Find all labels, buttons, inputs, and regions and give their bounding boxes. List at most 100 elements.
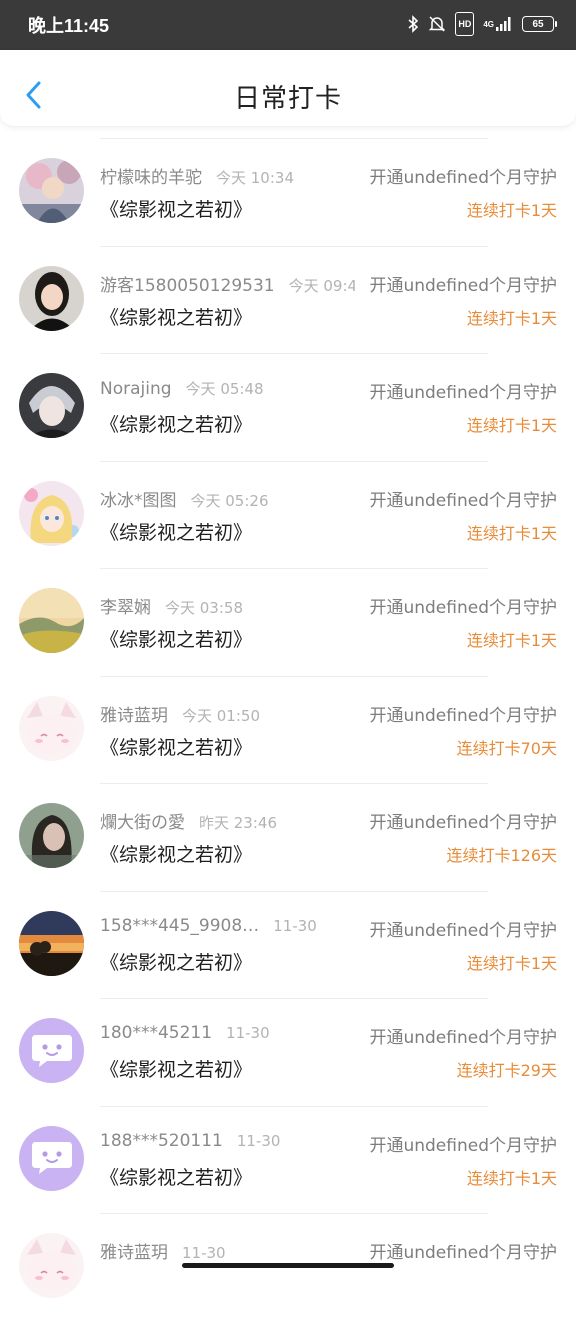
row-divider (100, 890, 488, 892)
list-item[interactable]: 雅诗蓝玥 今天 01:50 开通undefined个月守护 《综影视之若初》 连续打卡7… (0, 675, 576, 784)
streak-count: 连续打卡1天 (466, 1168, 557, 1188)
streak-count: 连续打卡1天 (466, 631, 557, 650)
nickname[interactable]: 冰冰*图图 (100, 491, 177, 510)
list-item[interactable]: 188***520111 11-30 开通undefined个月守护《综影视之若初》… (0, 1105, 576, 1214)
checkin-time: 昨天 23:46 (199, 814, 277, 832)
nickname[interactable]: 爛大街の愛 (100, 813, 185, 832)
list-item[interactable]: 158***445_9908… 11-30 开通undefined个月守护《综影视之… (0, 890, 576, 999)
streak-count: 连续打卡1天 (466, 416, 557, 435)
name-line: 游客1580050129531 今天 09:46 (100, 271, 355, 295)
streak-count: 连续打卡70天 (456, 738, 557, 758)
guard-status: 开通undefined个月守护 (369, 1028, 557, 1048)
row-divider (100, 353, 488, 354)
nickname[interactable]: Norajing (100, 379, 172, 399)
row-divider (100, 1213, 488, 1214)
list-item[interactable]: 游客1580050129531 今天 09:46 开通undefined个月守护《综… (0, 245, 576, 354)
header: 日常打卡 (0, 50, 576, 126)
checkin-time: 今天 10:34 (216, 169, 294, 187)
guard-status: 开通undefined个月守护 (369, 275, 557, 296)
row-divider (100, 783, 488, 784)
avatar[interactable] (19, 1018, 84, 1083)
list-item[interactable]: 冰冰*图图 今天 05:26 开通undefined个月守护《综影视之若初》 连续打卡… (0, 460, 576, 569)
book-title[interactable]: 《综影视之若初》 (100, 840, 252, 867)
book-title[interactable]: 《综影视之若初》 (100, 625, 252, 652)
hd-badge: HD (455, 12, 475, 36)
book-title[interactable]: 《综影视之若初》 (100, 410, 252, 437)
row-divider (100, 568, 488, 569)
book-title[interactable]: 《综影视之若初》 (100, 733, 252, 760)
streak-count: 连续打卡1天 (466, 201, 557, 220)
checkin-time: 11-30 (182, 1244, 226, 1262)
list-item[interactable]: 李翠娴 今天 03:58 开通undefined个月守护《综影视之若初》 连续打卡1天 (0, 568, 576, 676)
streak-count: 连续打卡29天 (456, 1061, 557, 1080)
nickname[interactable]: 180***45211 (100, 1023, 212, 1043)
streak-count: 连续打卡126天 (446, 846, 557, 865)
nickname[interactable]: 游客1580050129531 (100, 276, 275, 295)
checkin-time: 11-30 (273, 916, 317, 935)
list-item[interactable]: 柠檬味的羊驼 今天 10:34 开通undefined个月守护 《综影视之若初》 连续打… (0, 138, 576, 246)
nickname[interactable]: 雅诗蓝玥 (100, 1243, 168, 1262)
name-line: 爛大街の愛 昨天 23:46 (100, 808, 355, 832)
guard-status: 开通undefined个月守护 (369, 1243, 557, 1263)
name-line: 188***520111 11-30 (100, 1131, 355, 1155)
avatar[interactable] (19, 373, 84, 438)
avatar[interactable] (19, 480, 84, 546)
name-line: Norajing 今天 05:48 (100, 378, 355, 402)
avatar[interactable] (19, 803, 84, 868)
network-type: 4G (483, 19, 494, 29)
name-line: 柠檬味的羊驼 今天 10:34 (100, 163, 355, 187)
name-line: 李翠娴 今天 03:58 (100, 593, 355, 617)
row-divider (100, 998, 488, 999)
book-title[interactable]: 《综影视之若初》 (100, 518, 252, 545)
guard-status: 开通undefined个月守护 (369, 920, 557, 941)
streak-count: 连续打卡1天 (466, 523, 557, 543)
avatar[interactable] (19, 265, 84, 331)
nickname[interactable]: 188***520111 (100, 1131, 223, 1151)
guard-status: 开通undefined个月守护 (369, 1135, 557, 1156)
guard-status: 开通undefined个月守护 (369, 490, 557, 511)
checkin-list: 柠檬味的羊驼 今天 10:34 开通undefined个月守护 《综影视之若初》 连续打… (0, 138, 576, 1321)
book-title[interactable]: 《综影视之若初》 (100, 303, 252, 330)
checkin-time: 今天 03:58 (165, 599, 243, 617)
book-title[interactable]: 《综影视之若初》 (100, 1163, 252, 1190)
guard-status: 开通undefined个月守护 (369, 598, 557, 618)
row-divider (100, 460, 488, 462)
guard-status: 开通undefined个月守护 (369, 705, 557, 726)
list-item[interactable]: 爛大街の愛 昨天 23:46 开通undefined个月守护《综影视之若初》 连续打卡… (0, 783, 576, 891)
row-divider (100, 675, 488, 677)
list-item[interactable]: 180***45211 11-30 开通undefined个月守护《综影视之若初》 连… (0, 998, 576, 1106)
row-divider (100, 245, 488, 247)
guard-status: 开通undefined个月守护 (369, 383, 557, 403)
bluetooth-icon (407, 13, 419, 35)
name-line: 雅诗蓝玥 11-30 (100, 1238, 355, 1262)
bell-muted-icon (428, 13, 446, 35)
nickname[interactable]: 158***445_9908… (100, 916, 259, 936)
avatar[interactable] (19, 588, 84, 653)
book-title[interactable]: 《综影视之若初》 (100, 1055, 252, 1082)
avatar[interactable] (19, 1125, 84, 1191)
checkin-time: 11-30 (236, 1131, 281, 1150)
streak-count: 连续打卡1天 (466, 308, 557, 328)
avatar[interactable] (19, 158, 84, 223)
avatar[interactable] (19, 695, 84, 761)
nickname[interactable]: 雅诗蓝玥 (100, 706, 168, 725)
row-divider (100, 138, 488, 139)
checkin-time: 今天 05:26 (190, 491, 269, 510)
name-line: 冰冰*图图 今天 05:26 (100, 486, 355, 510)
avatar[interactable] (19, 910, 84, 976)
home-indicator (182, 1263, 394, 1268)
streak-count: 连续打卡1天 (466, 953, 557, 973)
book-title[interactable]: 《综影视之若初》 (100, 948, 252, 975)
row-divider (100, 1105, 488, 1107)
avatar[interactable] (19, 1233, 84, 1298)
checkin-time: 11-30 (226, 1024, 270, 1042)
status-time: 晚上11:45 (28, 16, 110, 36)
list-item[interactable]: Norajing 今天 05:48 开通undefined个月守护《综影视之若初》 连… (0, 353, 576, 461)
book-title[interactable]: 《综影视之若初》 (100, 195, 252, 222)
status-bar: 晚上11:45 HD 4G 65 (0, 0, 576, 50)
nickname[interactable]: 李翠娴 (100, 598, 151, 617)
guard-status: 开通undefined个月守护 (369, 813, 557, 833)
checkin-time: 今天 09:46 (288, 276, 355, 295)
nickname[interactable]: 柠檬味的羊驼 (100, 168, 202, 187)
battery-icon: 65 (522, 16, 557, 32)
